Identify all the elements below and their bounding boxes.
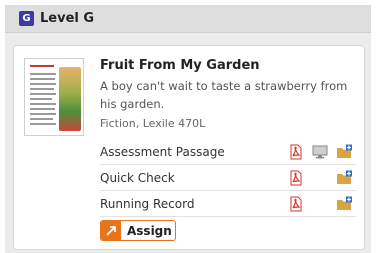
resource-list: Assessment Passage Quick Check Running R… xyxy=(100,139,356,217)
pdf-icon[interactable] xyxy=(288,196,304,212)
book-title[interactable]: Fruit From My Garden xyxy=(100,58,260,73)
resource-row-assessment-passage: Assessment Passage xyxy=(100,139,356,165)
pdf-icon[interactable] xyxy=(288,144,304,160)
monitor-icon[interactable] xyxy=(312,144,328,160)
resource-row-quick-check: Quick Check xyxy=(100,165,356,191)
resource-row-running-record: Running Record xyxy=(100,191,356,217)
resource-label: Quick Check xyxy=(100,170,175,185)
level-header: G Level G xyxy=(5,5,371,33)
level-badge: G xyxy=(19,11,34,26)
resource-label: Running Record xyxy=(100,196,195,211)
assign-label: Assign xyxy=(127,223,172,238)
level-title: Level G xyxy=(40,11,95,26)
folder-add-icon[interactable] xyxy=(336,144,352,160)
assign-icon xyxy=(101,221,121,240)
level-panel: G Level G Fruit From My Garden A boy can… xyxy=(5,5,371,253)
resource-label: Assessment Passage xyxy=(100,144,225,159)
folder-add-icon[interactable] xyxy=(336,170,352,186)
book-description: A boy can't wait to taste a strawberry f… xyxy=(100,79,348,111)
folder-add-icon[interactable] xyxy=(336,196,352,212)
pdf-icon[interactable] xyxy=(288,170,304,186)
book-meta: Fiction, Lexile 470L xyxy=(100,117,206,130)
book-card: Fruit From My Garden A boy can't wait to… xyxy=(13,45,365,250)
assign-button[interactable]: Assign xyxy=(100,220,176,241)
book-thumbnail[interactable] xyxy=(24,58,84,136)
